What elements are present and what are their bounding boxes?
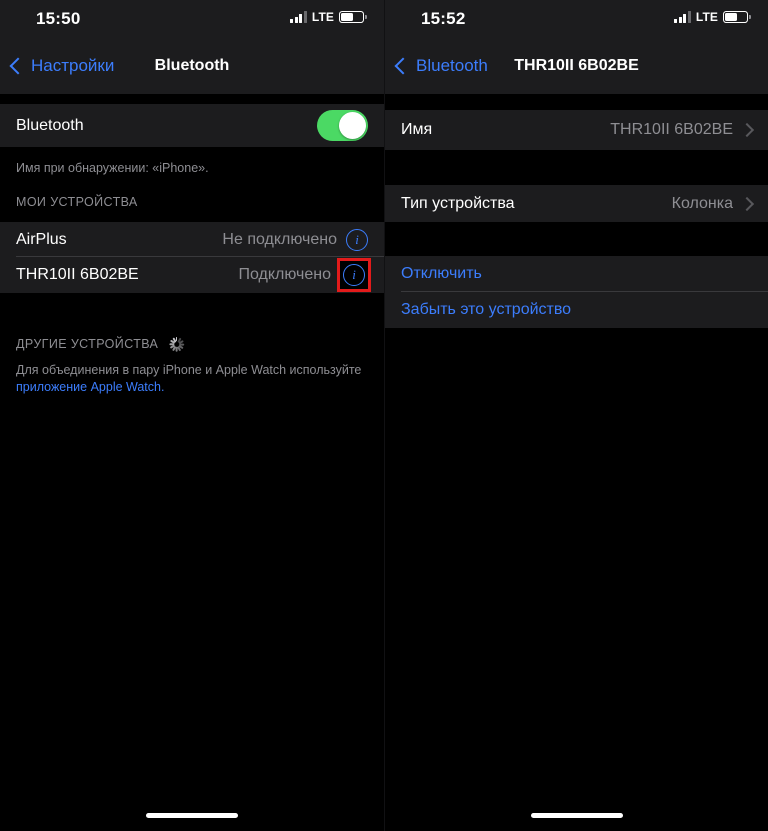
discoverable-note: Имя при обнаружении: «iPhone». <box>0 156 384 180</box>
chevron-right-icon <box>740 196 754 210</box>
dual-screenshot-container: 15:50 LTE Настройки Bluetooth Bluetooth … <box>0 0 768 831</box>
device-type-right: Колонка <box>672 195 752 213</box>
home-indicator[interactable] <box>146 813 238 818</box>
back-button-label: Bluetooth <box>416 56 488 76</box>
other-devices-header: ДРУГИЕ УСТРОЙСТВА <box>0 332 384 356</box>
name-row-right: THR10II 6B02BE <box>610 121 752 139</box>
apple-watch-app-link[interactable]: приложение Apple Watch. <box>16 380 164 394</box>
pair-note-text: Для объединения в пару iPhone и Apple Wa… <box>16 363 361 377</box>
status-indicators: LTE <box>290 10 364 24</box>
device-row-airplus[interactable]: AirPlus Не подключено i <box>0 222 384 257</box>
device-type-label: Тип устройства <box>401 195 515 213</box>
back-button-label: Настройки <box>31 56 114 76</box>
status-time: 15:50 <box>36 9 80 29</box>
device-status: Подключено <box>238 266 331 284</box>
my-devices-header-label: МОИ УСТРОЙСТВА <box>16 195 138 209</box>
actions-group: Отключить Забыть это устройство <box>385 256 768 328</box>
device-name: THR10II 6B02BE <box>16 266 139 284</box>
info-icon-wrap: i <box>346 229 368 251</box>
info-circle-icon[interactable]: i <box>343 264 365 286</box>
status-indicators: LTE <box>674 10 748 24</box>
name-row[interactable]: Имя THR10II 6B02BE <box>385 110 768 150</box>
section-gap-1 <box>0 147 384 156</box>
right-phone-screen: 15:52 LTE Bluetooth THR10II 6B02BE Имя T… <box>384 0 768 831</box>
my-devices-group: AirPlus Не подключено i THR10II 6B02BE П… <box>0 222 384 293</box>
cellular-signal-icon <box>290 11 307 23</box>
bluetooth-toggle-row[interactable]: Bluetooth <box>0 104 384 147</box>
info-circle-icon[interactable]: i <box>346 229 368 251</box>
back-button[interactable]: Bluetooth <box>397 38 488 94</box>
section-gap-2 <box>0 180 384 190</box>
cellular-signal-icon <box>674 11 691 23</box>
name-row-label: Имя <box>401 121 432 139</box>
right-status-bar: 15:52 LTE <box>385 0 768 38</box>
carrier-tech-label: LTE <box>696 10 718 24</box>
bluetooth-toggle[interactable] <box>317 110 368 141</box>
section-gap-4 <box>0 293 384 332</box>
carrier-tech-label: LTE <box>312 10 334 24</box>
home-indicator[interactable] <box>531 813 623 818</box>
battery-icon <box>723 11 748 23</box>
nav-content-gap <box>385 94 768 110</box>
device-row-right: Подключено i <box>238 261 368 289</box>
toggle-knob <box>339 112 366 139</box>
disconnect-label: Отключить <box>401 265 482 283</box>
activity-spinner-icon <box>168 336 184 352</box>
chevron-right-icon <box>740 123 754 137</box>
chevron-left-icon <box>10 58 27 75</box>
forget-device-label: Забыть это устройство <box>401 301 571 319</box>
device-type-value: Колонка <box>672 195 733 213</box>
apple-watch-pair-note: Для объединения в пару iPhone и Apple Wa… <box>0 362 384 396</box>
device-name: AirPlus <box>16 231 67 249</box>
disconnect-row[interactable]: Отключить <box>385 256 768 292</box>
device-type-row[interactable]: Тип устройства Колонка <box>385 185 768 222</box>
section-gap-1 <box>385 150 768 185</box>
back-button[interactable]: Настройки <box>12 38 114 94</box>
left-nav-bar: Настройки Bluetooth <box>0 38 384 94</box>
status-time: 15:52 <box>421 9 465 29</box>
section-gap-2 <box>385 222 768 256</box>
device-status: Не подключено <box>222 231 337 249</box>
left-status-bar: 15:50 LTE <box>0 0 384 38</box>
bluetooth-label: Bluetooth <box>16 117 84 135</box>
battery-icon <box>339 11 364 23</box>
device-row-thr10ii[interactable]: THR10II 6B02BE Подключено i <box>0 257 384 293</box>
chevron-left-icon <box>395 58 412 75</box>
section-gap-3 <box>0 214 384 222</box>
other-devices-header-label: ДРУГИЕ УСТРОЙСТВА <box>16 337 158 351</box>
name-row-value: THR10II 6B02BE <box>610 121 733 139</box>
info-icon-highlight-box: i <box>337 258 371 292</box>
my-devices-header: МОИ УСТРОЙСТВА <box>0 190 384 214</box>
device-row-right: Не подключено i <box>222 229 368 251</box>
right-nav-bar: Bluetooth THR10II 6B02BE <box>385 38 768 94</box>
left-phone-screen: 15:50 LTE Настройки Bluetooth Bluetooth … <box>0 0 384 831</box>
forget-device-row[interactable]: Забыть это устройство <box>385 292 768 328</box>
nav-content-gap <box>0 94 384 104</box>
